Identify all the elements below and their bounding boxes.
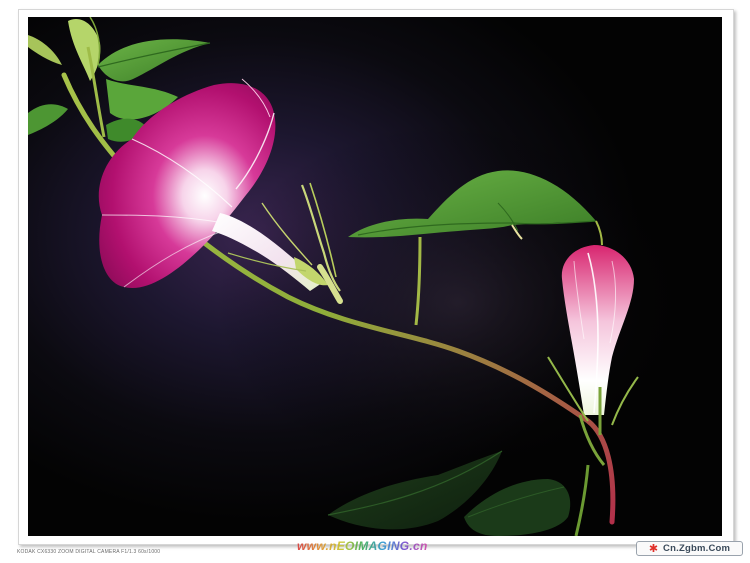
morning-glory-illustration bbox=[28, 17, 722, 536]
site-badge[interactable]: ✱ Cn.Zgbm.Com bbox=[636, 541, 743, 556]
site-badge-label: Cn.Zgbm.Com bbox=[663, 543, 731, 554]
camera-info-caption: KODAK CX6330 ZOOM DIGITAL CAMERA F1/1.3 … bbox=[17, 549, 161, 555]
watermark-text: www.nEOIMAGING.cn bbox=[297, 539, 428, 553]
star-icon: ✱ bbox=[648, 542, 659, 555]
morning-glory-photo bbox=[28, 17, 722, 536]
